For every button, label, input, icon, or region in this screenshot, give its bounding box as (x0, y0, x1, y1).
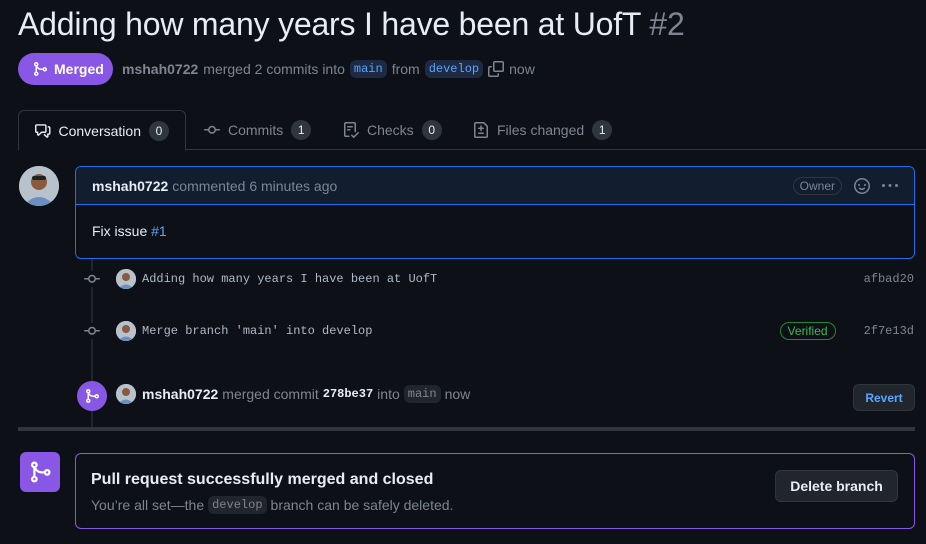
delete-branch-button[interactable]: Delete branch (775, 470, 898, 502)
merged-branch-name[interactable]: develop (208, 496, 267, 514)
merged-sub-after: branch can be safely deleted. (270, 497, 454, 513)
tab-checks[interactable]: Checks 0 (327, 110, 458, 150)
pr-title-text: Adding how many years I have been at Uof… (18, 6, 641, 42)
avatar[interactable] (116, 269, 136, 289)
comment-header: mshah0722 commented 6 minutes ago Owner (76, 167, 914, 205)
tab-files-changed-count: 1 (592, 120, 613, 140)
avatar[interactable] (19, 166, 59, 206)
commit-row: Merge branch 'main' into develop Verifie… (84, 321, 914, 341)
revert-button[interactable]: Revert (853, 384, 915, 411)
head-branch-link[interactable]: develop (424, 60, 484, 78)
merged-sub-before: You’re all set—the (91, 497, 205, 513)
merge-event: mshah0722 merged commit 278be37 into mai… (116, 384, 470, 404)
file-diff-icon (474, 122, 488, 138)
comment-author[interactable]: mshah0722 (92, 178, 168, 194)
merged-status-icon-box (20, 452, 60, 492)
owner-badge: Owner (792, 176, 842, 195)
tab-commits[interactable]: Commits 1 (188, 110, 327, 150)
merge-event-badge (77, 381, 107, 411)
issue-link[interactable]: #1 (151, 223, 167, 239)
tab-conversation-label: Conversation (58, 122, 142, 139)
meta-from-text: from (391, 61, 420, 77)
tab-commits-count: 1 (291, 120, 312, 140)
git-commit-icon (84, 323, 100, 339)
commit-message-link[interactable]: Adding how many years I have been at Uof… (142, 272, 437, 286)
copy-icon[interactable] (488, 61, 505, 77)
tab-checks-label: Checks (367, 122, 414, 138)
avatar[interactable] (116, 321, 136, 341)
git-commit-icon (204, 125, 220, 134)
comment-body-text: Fix issue (92, 223, 148, 239)
tab-conversation-count: 0 (149, 120, 169, 141)
base-branch-link[interactable]: main (349, 60, 387, 78)
comment-body: Fix issue #1 (76, 205, 914, 257)
merge-author-link[interactable]: mshah0722 (142, 386, 218, 402)
tab-checks-count: 0 (421, 120, 442, 140)
commit-sha-link[interactable]: afbad20 (864, 272, 914, 286)
meta-merged-text: merged 2 commits into (203, 61, 345, 77)
merged-title: Pull request successfully merged and clo… (91, 471, 434, 488)
avatar[interactable] (116, 384, 136, 404)
tab-files-changed-label: Files changed (497, 122, 585, 138)
merge-into-text: into (377, 386, 400, 402)
git-merge-icon (86, 389, 100, 403)
verified-badge[interactable]: Verified (779, 322, 836, 340)
commit-sha-link[interactable]: 2f7e13d (864, 324, 914, 338)
tab-files-changed[interactable]: Files changed 1 (457, 110, 628, 150)
merge-branch-link[interactable]: main (403, 385, 441, 403)
meta-time: now (509, 61, 535, 77)
kebab-horizontal-icon[interactable] (882, 178, 898, 194)
merge-text: merged commit (222, 386, 319, 402)
comment-card: mshah0722 commented 6 minutes ago Owner … (75, 166, 915, 259)
comment-action[interactable]: commented 6 minutes ago (172, 178, 337, 194)
git-merge-icon (34, 62, 48, 76)
commit-row: Adding how many years I have been at Uof… (84, 269, 914, 289)
timeline-divider (18, 427, 915, 431)
commit-message-link[interactable]: Merge branch 'main' into develop (142, 324, 372, 338)
pr-title: Adding how many years I have been at Uof… (18, 6, 685, 43)
tab-commits-label: Commits (228, 122, 284, 138)
merge-time[interactable]: now (445, 386, 471, 402)
merge-commit-sha-link[interactable]: 278be37 (323, 387, 373, 401)
pr-author-link[interactable]: mshah0722 (122, 61, 198, 77)
git-merge-icon (31, 461, 51, 483)
git-commit-icon (84, 271, 100, 287)
pr-number: #2 (649, 6, 685, 42)
comment-discussion-icon (35, 123, 51, 138)
checklist-icon (344, 122, 359, 138)
pr-meta: mshah0722 merged 2 commits into main fro… (122, 60, 535, 78)
merged-subtitle: You’re all set—the develop branch can be… (91, 496, 453, 514)
tab-conversation[interactable]: Conversation 0 (18, 110, 186, 151)
smiley-icon[interactable] (854, 177, 870, 194)
merged-status-label: Merged (54, 61, 104, 77)
merged-status-badge: Merged (18, 53, 113, 85)
